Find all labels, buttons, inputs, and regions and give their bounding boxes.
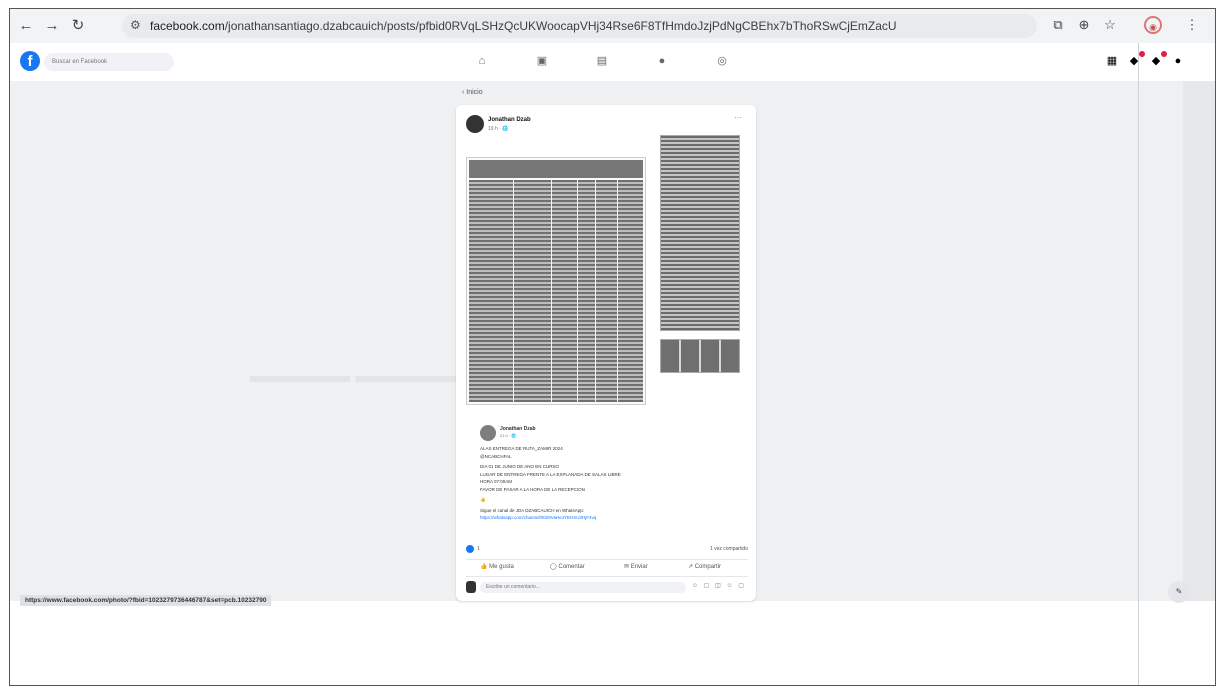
post-actions: 👍 Me gusta ◯ Comentar ✉ Enviar ↗ Compart… [466, 559, 748, 577]
comment-tools-icons[interactable]: ☺ ▢ ◫ ☺ ▢ [692, 582, 746, 589]
url-host: facebook.com [150, 19, 225, 33]
shared-author[interactable]: Jonathan Dzab [500, 426, 536, 432]
bookmark-star-icon[interactable]: ☆ [1100, 15, 1120, 35]
divider [1138, 43, 1139, 685]
post-time[interactable]: 19 h · 🌐 [488, 126, 508, 132]
zoom-icon[interactable]: ⊕ [1074, 15, 1094, 35]
notifications-icon[interactable]: ◆ [1148, 51, 1167, 69]
account-avatar-icon[interactable]: ● [1170, 53, 1186, 69]
gaming-nav-icon[interactable]: ◎ [715, 54, 729, 68]
whatsapp-link[interactable]: https://whatsapp.com/channel/0029VaHeJYE… [480, 514, 740, 522]
like-reaction-icon[interactable] [466, 545, 474, 553]
shared-line: DIA 01 DE JUNIO DE ANO EN CURSO [480, 464, 560, 469]
home-nav-icon[interactable]: ⌂ [475, 54, 489, 68]
shared-line: @NCABCHFAL [480, 453, 512, 459]
browser-menu-icon[interactable]: ⋮ [1182, 15, 1202, 35]
messenger-icon[interactable]: ◆ [1126, 51, 1145, 69]
shared-line: LUGAR DE ENTREGA FRENTE A LA EXPLANADA D… [480, 471, 621, 477]
reaction-count[interactable]: 1 [477, 546, 480, 552]
shared-post-text: ALAS ENTREGA DE RUTA_ZAMIR 2024 @NCABCHF… [480, 445, 740, 522]
author-avatar[interactable] [466, 115, 484, 133]
site-info-icon[interactable]: ⚙ [130, 18, 141, 32]
shared-line: Sigue el canal de JDA DZABCAUICH en What… [480, 507, 585, 513]
scanned-summary-image[interactable] [660, 339, 740, 373]
post-card: Jonathan Dzab 19 h · 🌐 ··· Jonathan Dzab… [456, 105, 756, 601]
comment-button[interactable]: ◯ Comentar [550, 563, 585, 570]
comment-label: Comentar [558, 564, 585, 570]
shared-line: ALAS ENTREGA DE RUTA_ZAMIR 2024 [480, 446, 563, 451]
like-label: Me gusta [489, 564, 514, 570]
shared-line: HORA 07:00AM [480, 479, 513, 484]
reactions-row: 1 1 vez compartido [466, 545, 748, 555]
url-text[interactable]: facebook.com/jonathansantiago.dzabcauich… [150, 19, 897, 33]
send-label: Enviar [630, 564, 648, 570]
shared-author-avatar[interactable] [480, 425, 496, 441]
new-message-icon[interactable]: ✎ [1168, 581, 1190, 603]
cast-icon[interactable]: ⧉ [1048, 15, 1068, 35]
address-bar[interactable]: ⚙ facebook.com/jonathansantiago.dzabcaui… [122, 14, 1037, 38]
share-label: Compartir [694, 564, 722, 570]
facebook-search-input[interactable]: Buscar en Facebook [44, 53, 174, 71]
more-options-icon[interactable]: ··· [734, 113, 742, 122]
status-bar-url: https://www.facebook.com/photo/?fbid=102… [20, 595, 272, 606]
reload-icon[interactable]: ↻ [68, 16, 88, 36]
comment-composer: Escribe un comentario... ☺ ▢ ◫ ☺ ▢ [466, 581, 748, 595]
scanned-table-image-2[interactable] [660, 135, 740, 331]
right-panel-background [1183, 81, 1215, 601]
send-button[interactable]: ✉ Enviar [624, 563, 648, 570]
browser-toolbar: ← → ↻ ⚙ facebook.com/jonathansantiago.dz… [10, 9, 1215, 44]
back-link[interactable]: ‹ Inicio [462, 89, 483, 96]
shared-line: FAVOR DE PASAR A LA HORA DE LA RECEPCION [480, 486, 585, 492]
post-image[interactable] [466, 135, 746, 405]
facebook-logo-icon[interactable]: f [20, 51, 40, 71]
screenshot-frame: ← → ↻ ⚙ facebook.com/jonathansantiago.dz… [9, 8, 1216, 686]
facebook-header: f Buscar en Facebook ⌂ ▣ ▤ ● ◎ ▦ ◆ ◆ ● [10, 43, 1215, 82]
video-nav-icon[interactable]: ▣ [535, 54, 549, 68]
menu-grid-icon[interactable]: ▦ [1104, 53, 1120, 69]
scanned-table-image[interactable] [466, 157, 646, 405]
share-count[interactable]: 1 vez compartido [710, 546, 748, 552]
marketplace-nav-icon[interactable]: ▤ [595, 54, 609, 68]
back-arrow-icon[interactable]: ← [16, 16, 36, 36]
url-path: /jonathansantiago.dzabcauich/posts/pfbid… [224, 19, 897, 33]
groups-nav-icon[interactable]: ● [655, 54, 669, 68]
post-author[interactable]: Jonathan Dzab [488, 117, 531, 123]
comment-input[interactable]: Escribe un comentario... [480, 582, 686, 593]
like-button[interactable]: 👍 Me gusta [480, 563, 514, 570]
commenter-avatar [466, 581, 476, 593]
profile-avatar-icon[interactable]: ◉ [1144, 16, 1162, 34]
shared-time[interactable]: 21 h · 🌐 [500, 433, 516, 438]
share-button[interactable]: ↗ Compartir [688, 563, 721, 570]
shared-line: 👍 [480, 497, 486, 502]
forward-arrow-icon[interactable]: → [42, 16, 62, 36]
